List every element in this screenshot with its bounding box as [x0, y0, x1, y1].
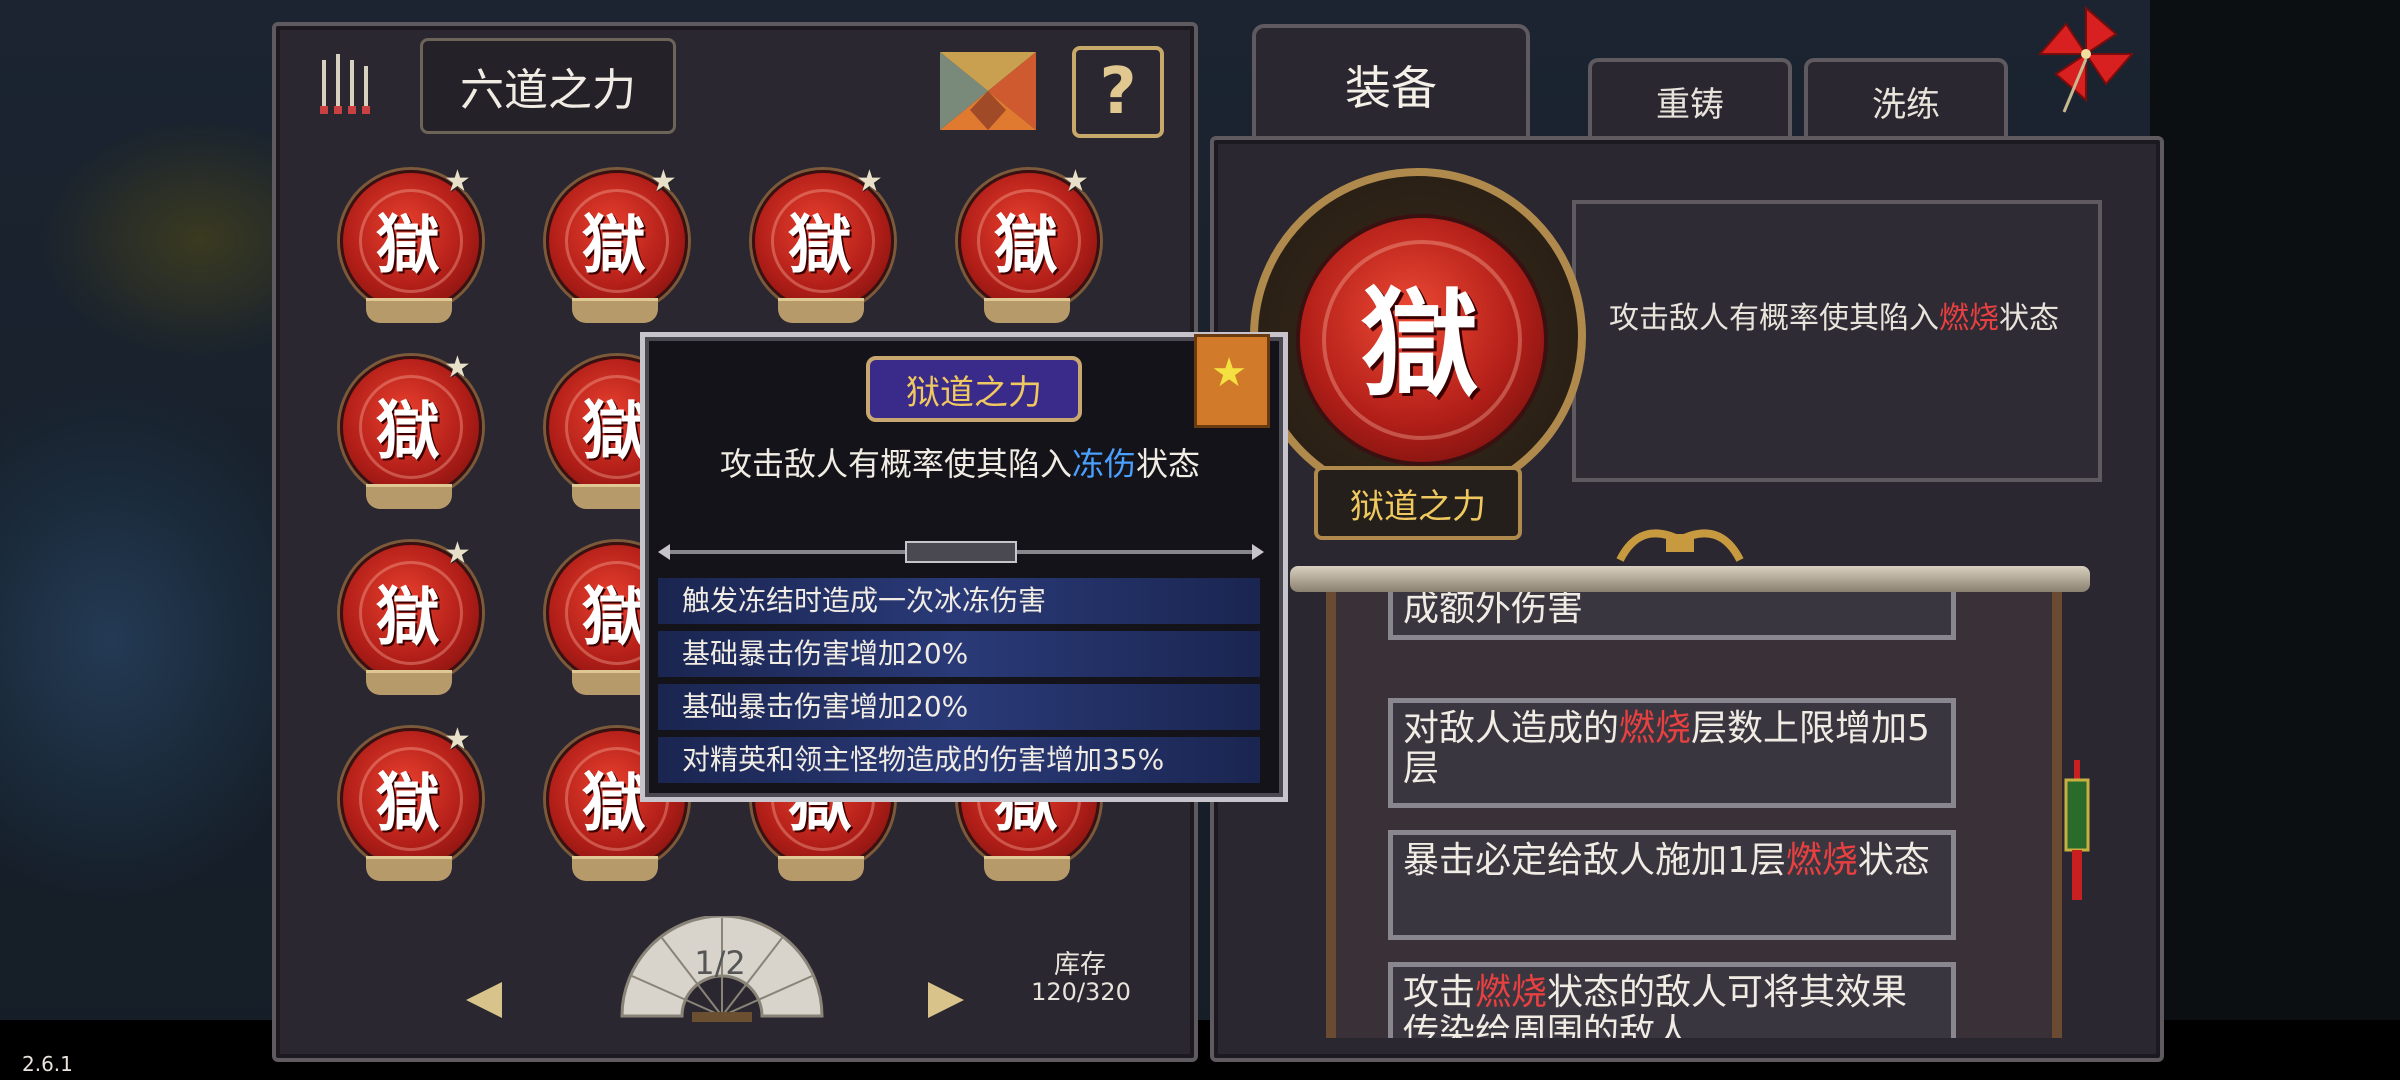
star-icon: ★	[856, 164, 883, 199]
power-orb[interactable]: 獄 ★	[546, 164, 688, 323]
prev-page-button[interactable]	[466, 982, 502, 1018]
tooltip-effect-line: 基础暴击伤害增加20%	[658, 684, 1260, 730]
next-page-button[interactable]	[928, 982, 964, 1018]
selected-effect-text: 攻击敌人有概率使其陷入燃烧状态	[1609, 301, 2059, 336]
scroll-rod	[1290, 566, 2090, 592]
star-icon: ★	[650, 164, 677, 199]
tab-refine[interactable]: 洗练	[1804, 58, 2008, 140]
star-icon: ★	[444, 536, 471, 571]
page-indicator: 1/2	[694, 944, 746, 982]
star-icon: ★	[444, 350, 471, 385]
orb-glyph: 獄	[582, 208, 646, 283]
selected-name-plate: 狱道之力	[1314, 466, 1522, 540]
scroll-ornament	[1616, 529, 1744, 562]
orb-glyph: 獄	[788, 208, 852, 283]
star-icon: ★	[1211, 350, 1247, 396]
panel-title: 六道之力	[420, 38, 676, 134]
orb-glyph: 獄	[376, 394, 440, 469]
tooltip-title: 狱道之力	[866, 356, 1082, 422]
help-button[interactable]: ?	[1072, 46, 1164, 138]
tooltip-divider	[658, 541, 1264, 563]
power-orb[interactable]: 獄 ★	[340, 164, 482, 323]
orb-glyph: 獄	[376, 766, 440, 841]
tooltip-effect-line: 对精英和领主怪物造成的伤害增加35%	[658, 737, 1260, 783]
orb-glyph: 獄	[376, 580, 440, 655]
effect-card: 成额外伤害	[1388, 592, 1956, 640]
effect-info-box	[1572, 200, 2102, 482]
tab-equip[interactable]: 装备	[1252, 24, 1530, 142]
tab-recast[interactable]: 重铸	[1588, 58, 1792, 140]
tooltip-description: 攻击敌人有概率使其陷入冻伤状态	[719, 445, 1201, 483]
orb-glyph: 獄	[994, 208, 1058, 283]
arrows-icon	[320, 54, 370, 114]
power-orb[interactable]: 獄 ★	[340, 350, 482, 509]
stock-label: 库存	[1053, 950, 1106, 980]
power-orb[interactable]: 獄 ★	[340, 536, 482, 695]
power-orb[interactable]: 獄 ★	[752, 164, 894, 323]
background-shade	[2150, 0, 2400, 1080]
tassel-icon	[2064, 760, 2090, 900]
stock-value: 120/320	[1031, 978, 1131, 1006]
selected-orb-glyph: 獄	[1360, 274, 1479, 413]
pinwheel-icon	[2037, 5, 2135, 113]
power-orb[interactable]: 獄 ★	[340, 722, 482, 881]
star-icon: ★	[444, 164, 471, 199]
effect-card: 攻击燃烧状态的敌人可将其效果传染给周围的敌人	[1388, 962, 1956, 1038]
tooltip-effect-line: 基础暴击伤害增加20%	[658, 631, 1260, 677]
effects-scroll-list[interactable]: 成额外伤害 对敌人造成的燃烧层数上限增加5层 暴击必定给敌人施加1层燃烧状态 攻…	[1326, 592, 2062, 1038]
tangram-icon[interactable]	[940, 52, 1036, 130]
star-icon: ★	[444, 722, 471, 757]
power-orb[interactable]: 獄 ★	[958, 164, 1100, 323]
star-icon: ★	[1062, 164, 1089, 199]
version-label: 2.6.1	[22, 1052, 73, 1076]
tooltip-effect-line: 触发冻结时造成一次冰冻伤害	[658, 578, 1260, 624]
help-icon: ?	[1099, 55, 1137, 129]
effect-card: 暴击必定给敌人施加1层燃烧状态	[1388, 830, 1956, 940]
orb-glyph: 獄	[376, 208, 440, 283]
effect-card: 对敌人造成的燃烧层数上限增加5层	[1388, 698, 1956, 808]
